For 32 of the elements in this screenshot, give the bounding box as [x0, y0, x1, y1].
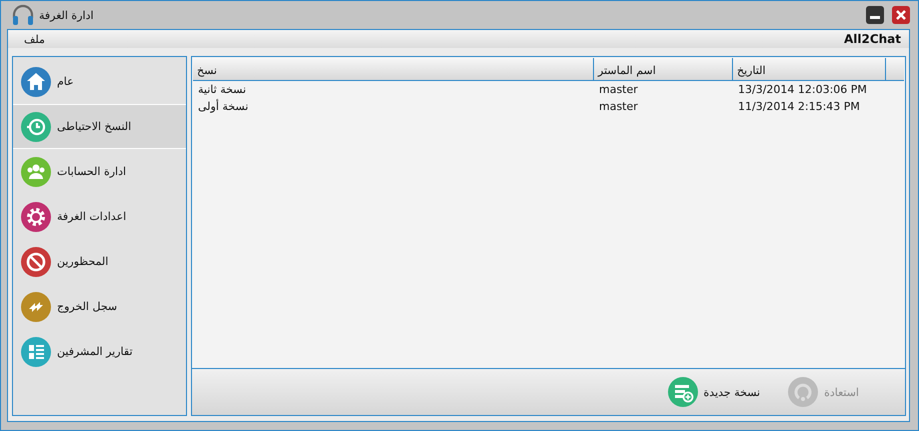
- table-cell-text: master: [598, 100, 639, 113]
- sidebar-item[interactable]: سجل الخروج: [13, 284, 186, 329]
- home-icon: [21, 66, 51, 96]
- table-cell-text: نسخة أولى: [197, 100, 250, 113]
- close-icon: [896, 10, 906, 20]
- window-title: ادارة الغرفة: [39, 8, 94, 22]
- sidebar-item[interactable]: ادارة الحسابات: [13, 149, 186, 194]
- sidebar-item[interactable]: عام: [13, 59, 186, 104]
- table-cell-text: master: [598, 83, 639, 96]
- list-icon: [21, 336, 51, 366]
- sidebar-item[interactable]: المحظورين: [13, 239, 186, 284]
- ban-icon: [21, 246, 51, 276]
- sidebar-item[interactable]: اعدادات الغرفة: [13, 194, 186, 239]
- people-icon: [21, 156, 51, 186]
- table-cell-text: 11/3/2014 2:15:43 PM: [737, 100, 861, 113]
- new-backup-button[interactable]: نسخة جديدة: [668, 377, 760, 407]
- table-cell-text: 13/3/2014 12:03:06 PM: [737, 83, 868, 96]
- brand-label: All2Chat: [844, 32, 901, 46]
- file-menu[interactable]: ملف: [24, 32, 45, 46]
- minimize-button[interactable]: [866, 6, 884, 24]
- table-cell-text: نسخة ثانية: [197, 83, 248, 96]
- column-header[interactable]: نسخ: [193, 58, 594, 80]
- close-button[interactable]: [892, 6, 910, 24]
- column-header[interactable]: اسم الماستر: [594, 58, 733, 80]
- gear-icon: [21, 202, 51, 232]
- sidebar-item[interactable]: تقارير المشرفين: [13, 329, 186, 374]
- clock-icon: [21, 112, 51, 142]
- restore-icon: [788, 377, 818, 407]
- column-header[interactable]: التاريخ: [733, 58, 886, 80]
- headphones-icon: [11, 3, 35, 27]
- sidebar-item[interactable]: النسخ الاحتياطى: [13, 104, 186, 149]
- document-plus-icon: [668, 377, 698, 407]
